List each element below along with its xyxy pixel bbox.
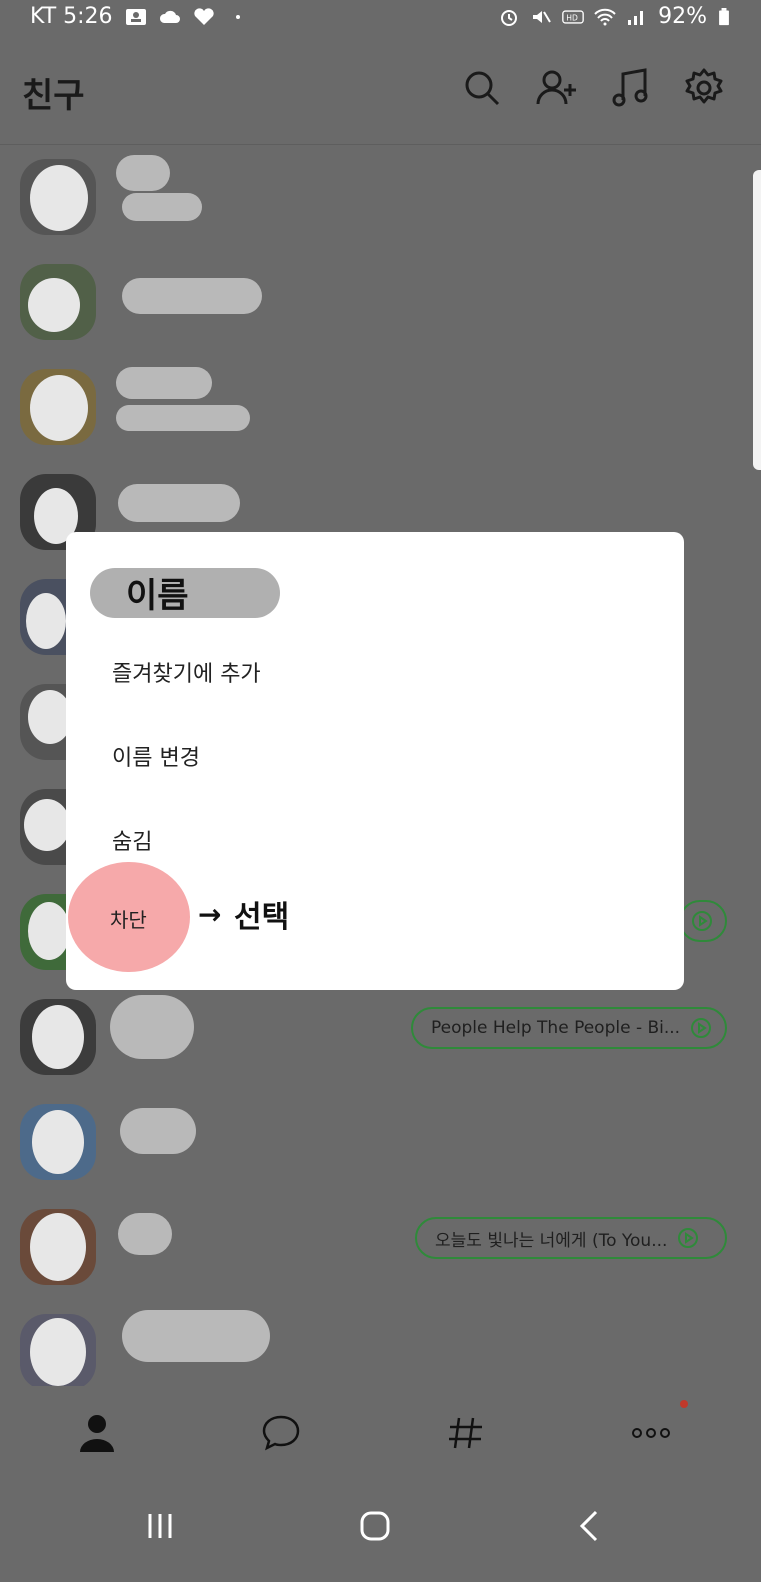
add-friend-icon[interactable] <box>534 66 578 110</box>
alarm-icon <box>501 9 518 26</box>
annotation-arrow: → <box>198 898 222 931</box>
friend-name: 이름 <box>126 576 189 616</box>
contact-icon <box>125 8 146 25</box>
menu-item-add-favorite[interactable]: 즐겨찾기에 추가 <box>112 656 261 688</box>
friends-tab-icon[interactable] <box>74 1410 120 1456</box>
battery-percent: 92% <box>658 4 707 29</box>
home-icon[interactable] <box>355 1506 395 1546</box>
wifi-icon <box>594 8 616 25</box>
menu-item-block[interactable]: 차단 <box>110 904 147 933</box>
dot-icon <box>235 14 240 19</box>
heart-icon <box>193 7 214 25</box>
music-title: People Help The People - Bi... <box>431 1018 681 1038</box>
more-tab-icon[interactable] <box>628 1410 674 1456</box>
avatar <box>20 1314 96 1390</box>
app-header: 친구 <box>0 36 761 145</box>
annotation-note: 선택 <box>234 900 290 935</box>
battery-icon <box>719 7 729 25</box>
page-title: 친구 <box>22 76 85 116</box>
play-icon <box>692 911 712 931</box>
recent-apps-icon[interactable] <box>140 1506 180 1546</box>
friend-context-menu: 이름 즐겨찾기에 추가 이름 변경 숨김 차단 → 선택 <box>66 532 684 990</box>
cloud-icon <box>159 10 180 23</box>
signal-icon <box>628 10 644 25</box>
avatar <box>20 999 96 1075</box>
avatar <box>20 1209 96 1285</box>
friend-row[interactable] <box>0 355 761 460</box>
friend-row[interactable]: People Help The People - Bi... <box>0 985 761 1090</box>
friend-row[interactable] <box>0 145 761 250</box>
music-note-icon[interactable] <box>608 66 652 110</box>
chat-tab-icon[interactable] <box>258 1410 304 1456</box>
music-profile-chip[interactable]: People Help The People - Bi... <box>411 1007 727 1049</box>
menu-item-rename[interactable]: 이름 변경 <box>112 740 200 772</box>
avatar <box>20 264 96 340</box>
play-icon <box>678 1228 699 1248</box>
friend-row[interactable] <box>0 250 761 355</box>
avatar <box>20 159 96 235</box>
back-icon[interactable] <box>570 1506 610 1546</box>
avatar <box>20 369 96 445</box>
music-profile-chip[interactable]: 오늘도 빛나는 너에게 (To You... <box>415 1217 727 1259</box>
play-icon <box>691 1018 712 1038</box>
friend-row[interactable]: 오늘도 빛나는 너에게 (To You... <box>0 1195 761 1300</box>
search-icon[interactable] <box>460 66 504 110</box>
menu-item-hide[interactable]: 숨김 <box>112 824 152 856</box>
status-bar: KT 5:26 HD 92% <box>0 0 761 36</box>
friend-row[interactable] <box>0 1090 761 1195</box>
notification-dot <box>680 1400 688 1408</box>
system-navigation-bar <box>0 1480 761 1582</box>
scrollbar[interactable] <box>753 170 761 470</box>
mute-icon <box>533 10 551 23</box>
svg-text:HD: HD <box>566 13 578 22</box>
avatar <box>20 1104 96 1180</box>
hd-icon: HD <box>562 9 584 24</box>
music-title: 오늘도 빛나는 너에게 (To You... <box>435 1230 668 1251</box>
music-profile-chip[interactable] <box>679 900 727 942</box>
hashtag-tab-icon[interactable] <box>442 1410 488 1456</box>
bottom-tab-bar <box>0 1386 761 1480</box>
gear-icon[interactable] <box>682 66 726 110</box>
carrier-time: KT 5:26 <box>30 4 113 29</box>
